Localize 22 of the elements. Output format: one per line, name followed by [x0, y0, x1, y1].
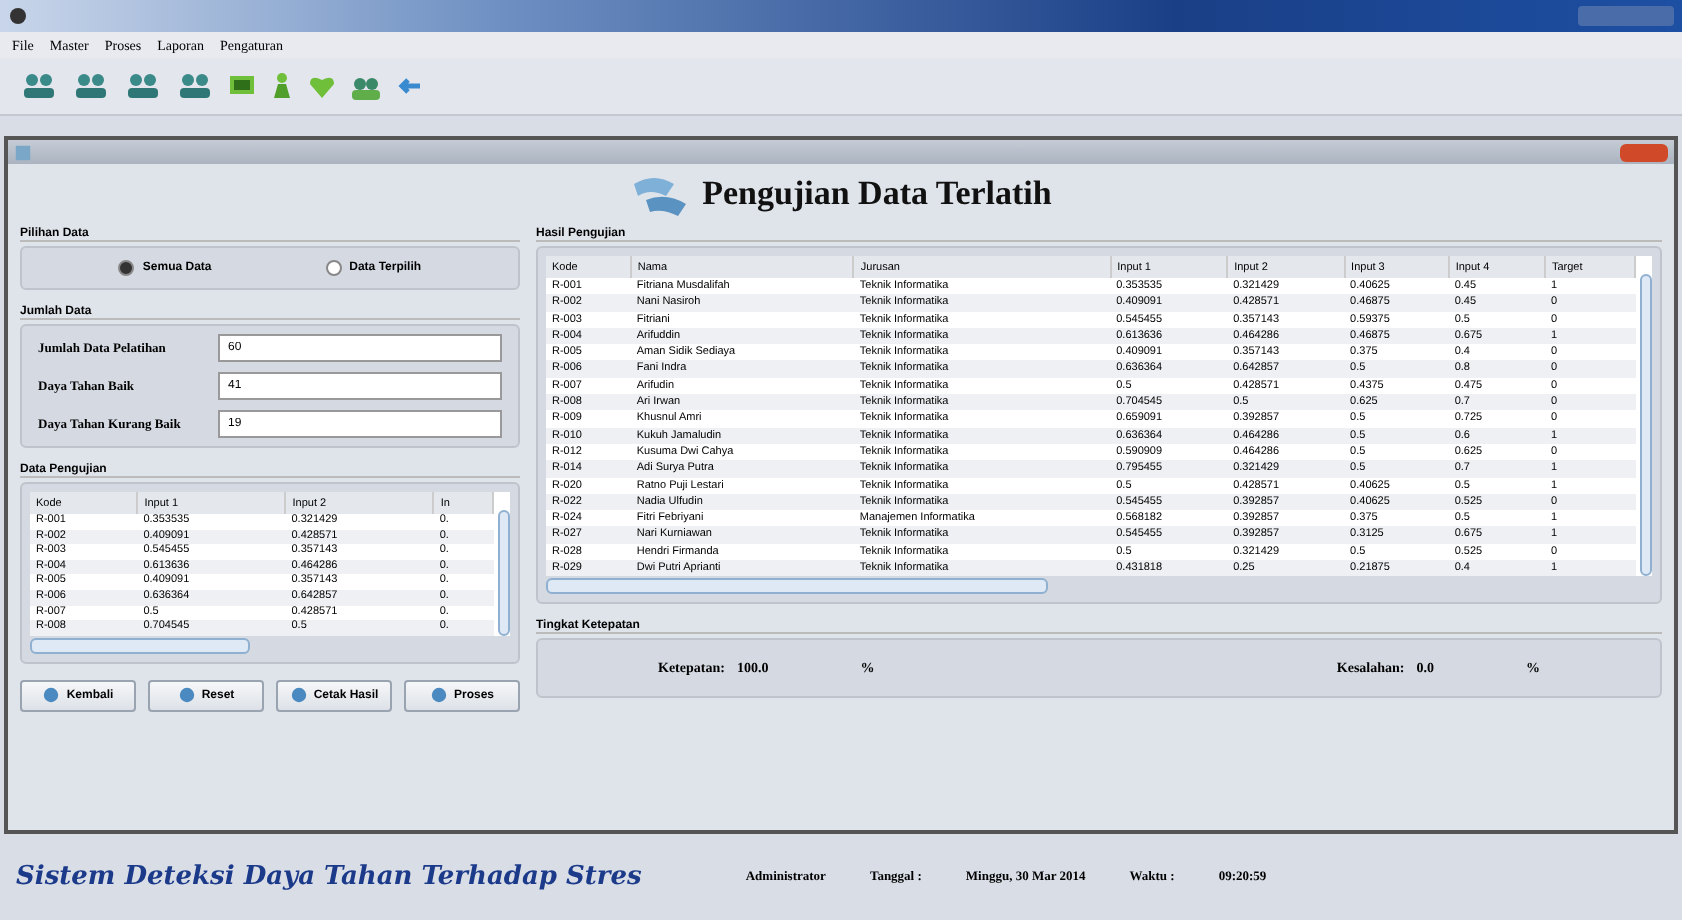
button-icon: [42, 686, 61, 705]
vertical-scrollbar[interactable]: [1640, 274, 1652, 577]
users-icon[interactable]: [124, 72, 164, 100]
users-icon[interactable]: [20, 72, 60, 100]
group-icon[interactable]: [348, 72, 384, 100]
app-icon: [8, 6, 28, 26]
users-icon[interactable]: [72, 72, 112, 100]
button-icon: [177, 686, 196, 705]
horizontal-scrollbar[interactable]: [546, 578, 1048, 595]
radio-button[interactable]: [118, 260, 135, 276]
button-icon: [429, 686, 448, 705]
page-title: Pengujian Data Terlatih: [702, 174, 1052, 214]
person-icon[interactable]: [268, 72, 296, 100]
app-name: Sistem Deteksi Daya Tahan Terhadap Stres: [16, 862, 642, 892]
button-icon: [289, 686, 308, 705]
radio-button[interactable]: [325, 260, 342, 276]
frame-icon: [14, 143, 32, 161]
vertical-scrollbar[interactable]: [498, 510, 510, 636]
monitor-icon[interactable]: [228, 72, 256, 100]
horizontal-scrollbar[interactable]: [30, 637, 250, 654]
heart-icon[interactable]: [308, 72, 336, 100]
users-icon[interactable]: [176, 72, 216, 100]
